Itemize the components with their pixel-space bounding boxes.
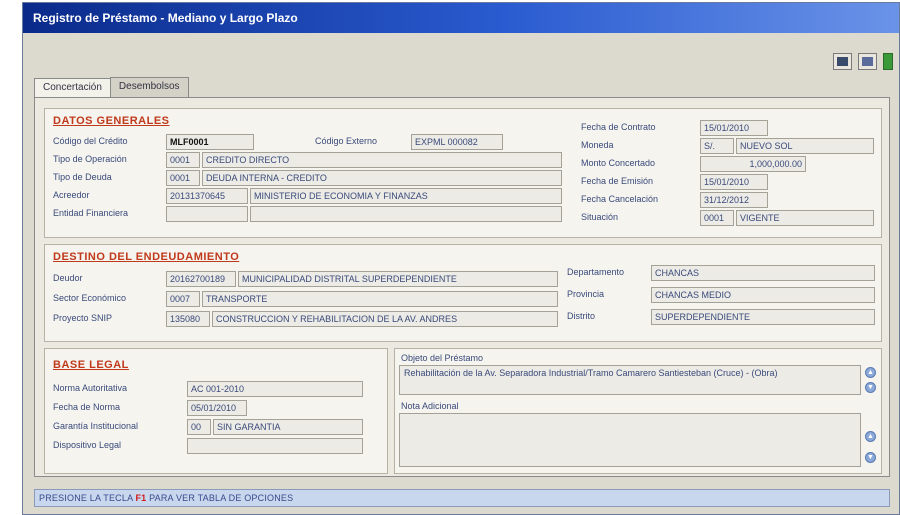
fecha-cancelacion-field[interactable]: 31/12/2012 xyxy=(700,192,768,208)
acreedor-code-field[interactable]: 20131370645 xyxy=(166,188,248,204)
fecha-cancelacion-label: Fecha Cancelación xyxy=(581,194,659,204)
acreedor-label: Acreedor xyxy=(53,190,90,200)
datos-generales-title: DATOS GENERALES xyxy=(53,115,170,127)
title-bar: Registro de Préstamo - Mediano y Largo P… xyxy=(23,3,899,33)
codigo-credito-label: Código del Crédito xyxy=(53,136,128,146)
codigo-externo-label: Código Externo xyxy=(315,136,378,146)
fecha-norma-label: Fecha de Norma xyxy=(53,402,121,412)
moneda-code-field[interactable]: S/. xyxy=(700,138,734,154)
departamento-field[interactable]: CHANCAS xyxy=(651,265,875,281)
tipo-operacion-code-field[interactable]: 0001 xyxy=(166,152,200,168)
loan-registration-window: Registro de Préstamo - Mediano y Largo P… xyxy=(22,2,900,515)
deudor-label: Deudor xyxy=(53,273,83,283)
tipo-operacion-desc-field: CREDITO DIRECTO xyxy=(202,152,562,168)
status-suffix: PARA VER TABLA DE OPCIONES xyxy=(149,493,294,503)
fecha-norma-field[interactable]: 05/01/2010 xyxy=(187,400,247,416)
proyecto-label: Proyecto SNIP xyxy=(53,313,113,323)
distrito-field[interactable]: SUPERDEPENDIENTE xyxy=(651,309,875,325)
tab-concertacion[interactable]: Concertación xyxy=(34,78,111,98)
acreedor-desc-field: MINISTERIO DE ECONOMIA Y FINANZAS xyxy=(250,188,562,204)
provincia-field[interactable]: CHANCAS MEDIO xyxy=(651,287,875,303)
nota-textarea[interactable] xyxy=(399,413,861,467)
nota-scroll-up-icon[interactable]: ▲ xyxy=(865,431,876,442)
tab-desembolsos[interactable]: Desembolsos xyxy=(109,77,189,97)
destino-section: DESTINO DEL ENDEUDAMIENTO Deudor 2016270… xyxy=(44,244,882,342)
objeto-scroll-up-icon[interactable]: ▲ xyxy=(865,367,876,378)
objeto-nota-section: Objeto del Préstamo Rehabilitación de la… xyxy=(394,348,882,474)
datos-generales-section: DATOS GENERALES Código del Crédito MLF00… xyxy=(44,108,882,238)
sector-desc-field: TRANSPORTE xyxy=(202,291,558,307)
garantia-label: Garantía Institucional xyxy=(53,421,139,431)
departamento-label: Departamento xyxy=(567,267,625,277)
status-prefix: PRESIONE LA TECLA xyxy=(39,493,133,503)
fecha-contrato-field[interactable]: 15/01/2010 xyxy=(700,120,768,136)
exit-icon[interactable] xyxy=(883,53,893,70)
nota-label: Nota Adicional xyxy=(401,401,459,411)
norma-label: Norma Autoritativa xyxy=(53,383,128,393)
tipo-deuda-code-field[interactable]: 0001 xyxy=(166,170,200,186)
tipo-deuda-desc-field: DEUDA INTERNA - CREDITO xyxy=(202,170,562,186)
base-legal-title: BASE LEGAL xyxy=(53,359,129,371)
tipo-operacion-label: Tipo de Operación xyxy=(53,154,127,164)
monto-concertado-label: Monto Concertado xyxy=(581,158,656,168)
entidad-financiera-label: Entidad Financiera xyxy=(53,208,129,218)
norma-field[interactable]: AC 001-2010 xyxy=(187,381,363,397)
provincia-label: Provincia xyxy=(567,289,605,299)
save-icon[interactable] xyxy=(833,53,853,70)
nota-scroll-down-icon[interactable]: ▼ xyxy=(865,452,876,463)
objeto-textarea[interactable]: Rehabilitación de la Av. Separadora Indu… xyxy=(399,365,861,395)
fecha-contrato-label: Fecha de Contrato xyxy=(581,122,656,132)
deudor-desc-field: MUNICIPALIDAD DISTRITAL SUPERDEPENDIENTE xyxy=(238,271,558,287)
concertacion-panel: DATOS GENERALES Código del Crédito MLF00… xyxy=(34,97,890,477)
entidad-code-field[interactable] xyxy=(166,206,248,222)
tipo-deuda-label: Tipo de Deuda xyxy=(53,172,112,182)
status-bar: PRESIONE LA TECLA F1 PARA VER TABLA DE O… xyxy=(34,489,890,507)
codigo-credito-field[interactable]: MLF0001 xyxy=(166,134,254,150)
proyecto-desc-field: CONSTRUCCION Y REHABILITACION DE LA AV. … xyxy=(212,311,558,327)
sector-code-field[interactable]: 0007 xyxy=(166,291,200,307)
deudor-code-field[interactable]: 20162700189 xyxy=(166,271,236,287)
entidad-desc-field xyxy=(250,206,562,222)
monto-concertado-field[interactable]: 1,000,000.00 xyxy=(700,156,806,172)
window-title: Registro de Préstamo - Mediano y Largo P… xyxy=(33,11,298,25)
fecha-emision-label: Fecha de Emisión xyxy=(581,176,654,186)
dispositivo-label: Dispositivo Legal xyxy=(53,440,122,450)
moneda-label: Moneda xyxy=(581,140,614,150)
form-toolbar xyxy=(830,53,893,70)
situacion-label: Situación xyxy=(581,212,619,222)
garantia-code-field[interactable]: 00 xyxy=(187,419,211,435)
distrito-label: Distrito xyxy=(567,311,596,321)
destino-title: DESTINO DEL ENDEUDAMIENTO xyxy=(53,251,240,263)
situacion-desc-field: VIGENTE xyxy=(736,210,874,226)
moneda-desc-field: NUEVO SOL xyxy=(736,138,874,154)
sector-label: Sector Económico xyxy=(53,293,127,303)
objeto-scroll-down-icon[interactable]: ▼ xyxy=(865,382,876,393)
dispositivo-field[interactable] xyxy=(187,438,363,454)
situacion-code-field[interactable]: 0001 xyxy=(700,210,734,226)
status-key: F1 xyxy=(135,493,147,503)
fecha-emision-field[interactable]: 15/01/2010 xyxy=(700,174,768,190)
garantia-desc-field: SIN GARANTIA xyxy=(213,419,363,435)
codigo-externo-field[interactable]: EXPML 000082 xyxy=(411,134,503,150)
edit-icon[interactable] xyxy=(858,53,878,70)
proyecto-code-field[interactable]: 135080 xyxy=(166,311,210,327)
tab-strip: Concertación Desembolsos xyxy=(34,77,189,98)
base-legal-section: BASE LEGAL Norma Autoritativa AC 001-201… xyxy=(44,348,388,474)
objeto-label: Objeto del Préstamo xyxy=(401,353,484,363)
status-message: PRESIONE LA TECLA F1 PARA VER TABLA DE O… xyxy=(39,493,293,503)
